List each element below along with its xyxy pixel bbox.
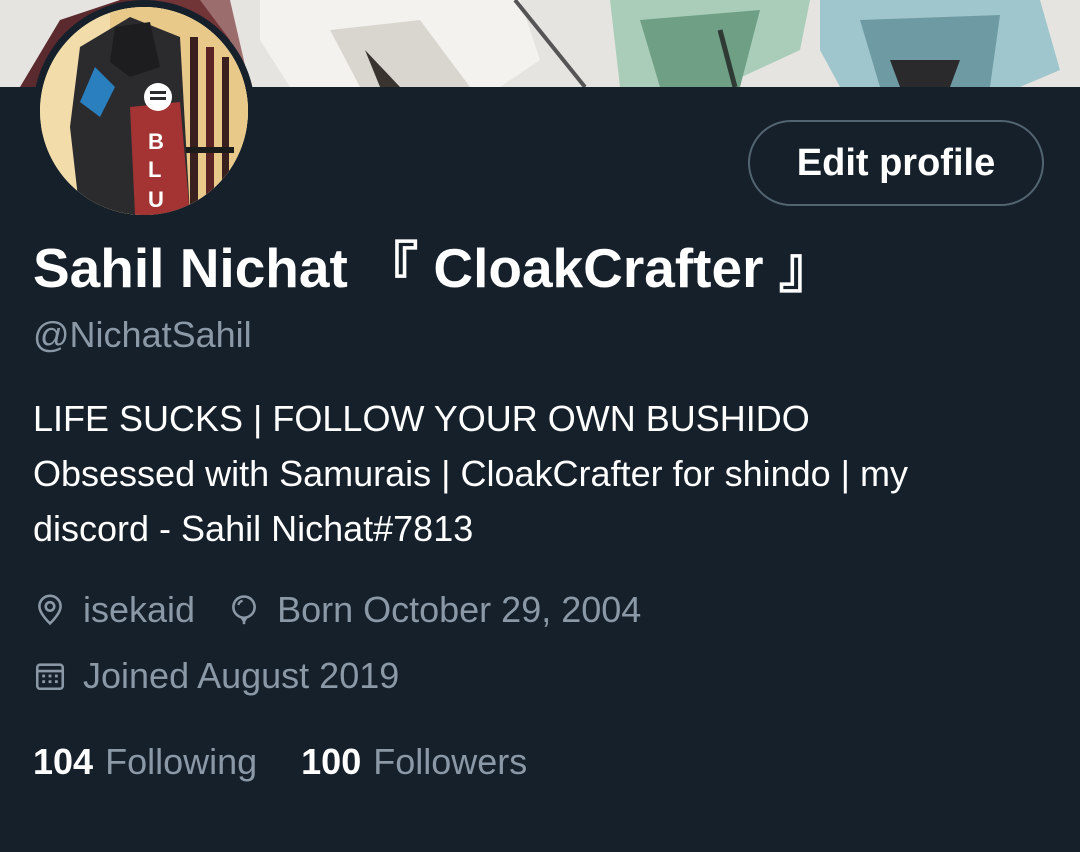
username-handle: @NichatSahil <box>33 314 252 355</box>
balloon-icon <box>232 595 256 625</box>
followers-link[interactable]: 100 Followers <box>301 741 527 783</box>
svg-text:L: L <box>148 157 161 182</box>
joined-text: Joined August 2019 <box>83 655 400 696</box>
follow-stats: 104 Following 100 Followers <box>33 737 571 787</box>
location-pin-icon <box>38 594 62 626</box>
following-label: Following <box>105 741 258 782</box>
bio-line: Obsessed with Samurais | CloakCrafter fo… <box>33 453 909 494</box>
location-item: isekaid <box>33 589 195 631</box>
location-text: isekaid <box>83 589 196 630</box>
following-link[interactable]: 104 Following <box>33 741 257 783</box>
following-count: 104 <box>33 741 94 782</box>
profile-joined-row: Joined August 2019 <box>33 652 399 700</box>
edit-profile-button[interactable]: Edit profile <box>748 120 1044 206</box>
svg-text:B: B <box>148 129 164 154</box>
bio-line: LIFE SUCKS | FOLLOW YOUR OWN BUSHIDO <box>33 398 810 439</box>
profile-meta-row: isekaid Born October 29, 2004 <box>33 586 641 634</box>
display-name: Sahil Nichat 『 CloakCrafter 』 <box>33 237 834 299</box>
avatar-image: B L U <box>40 7 248 215</box>
followers-label: Followers <box>373 741 528 782</box>
birthday-text: Born October 29, 2004 <box>277 589 642 630</box>
birthday-item: Born October 29, 2004 <box>227 589 641 631</box>
svg-text:U: U <box>148 187 164 212</box>
joined-item: Joined August 2019 <box>33 655 399 697</box>
followers-count: 100 <box>301 741 362 782</box>
calendar-icon <box>35 663 65 691</box>
bio-line: discord - Sahil Nichat#7813 <box>33 508 474 549</box>
avatar[interactable]: B L U <box>33 0 255 222</box>
profile-bio: LIFE SUCKS | FOLLOW YOUR OWN BUSHIDO Obs… <box>33 391 1043 556</box>
